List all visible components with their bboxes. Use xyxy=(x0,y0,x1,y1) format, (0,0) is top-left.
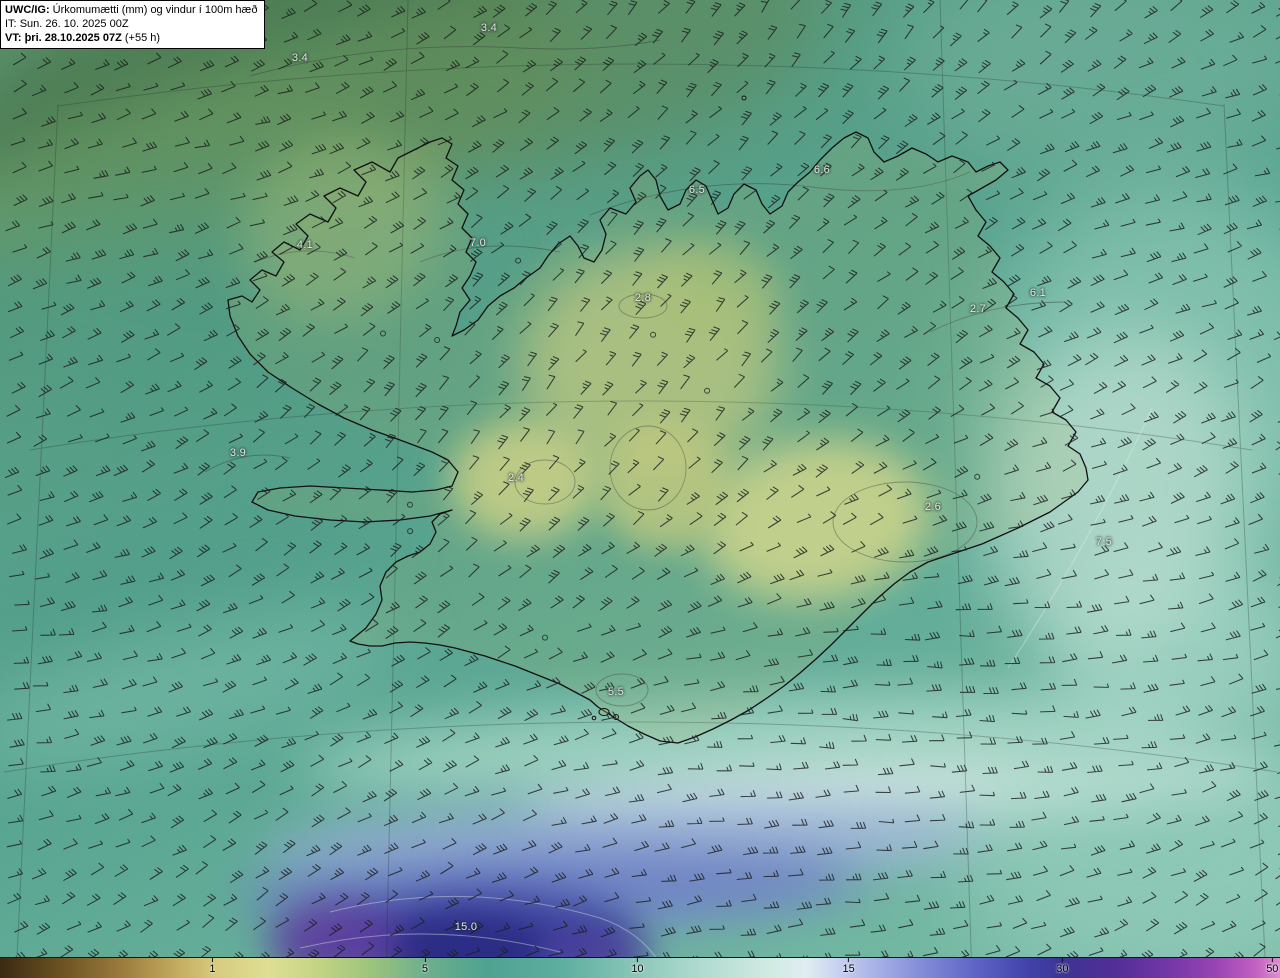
valid-time: þri. 28.10.2025 07Z xyxy=(24,32,122,44)
valid-offset: (+55 h) xyxy=(124,32,161,44)
calm-wind-markers xyxy=(380,257,981,641)
legend-tick: 30 xyxy=(1056,958,1069,978)
weather-map: 3.4 3.4 6.5 6.6 4.1 7.0 2.8 2.7 6.1 3.9 2.4 2.6 7.5 5… xyxy=(0,0,1280,978)
wind-barb-layer xyxy=(4,0,1280,964)
wind-barb-field xyxy=(4,0,1280,964)
init-label: IT: xyxy=(5,18,17,30)
legend-tick: 15 xyxy=(843,958,855,978)
model-label: UWC/IG: xyxy=(5,4,50,16)
color-scale-legend: 1 5 10 15 30 50 xyxy=(0,957,1280,978)
color-scale-ticks: 1 5 10 15 30 50 xyxy=(0,958,1280,978)
init-time: Sun. 26. 10. 2025 00Z xyxy=(19,18,129,30)
legend-tick: 1 xyxy=(209,958,216,978)
legend-tick: 10 xyxy=(631,958,644,978)
valid-label: VT: xyxy=(5,32,22,44)
map-title: Úrkomumætti (mm) og vindur í 100m hæð xyxy=(52,4,258,16)
legend-tick: 5 xyxy=(422,958,428,978)
legend-tick: 50 xyxy=(1266,958,1278,978)
title-box: UWC/IG: Úrkomumætti (mm) og vindur í 100… xyxy=(0,0,266,49)
